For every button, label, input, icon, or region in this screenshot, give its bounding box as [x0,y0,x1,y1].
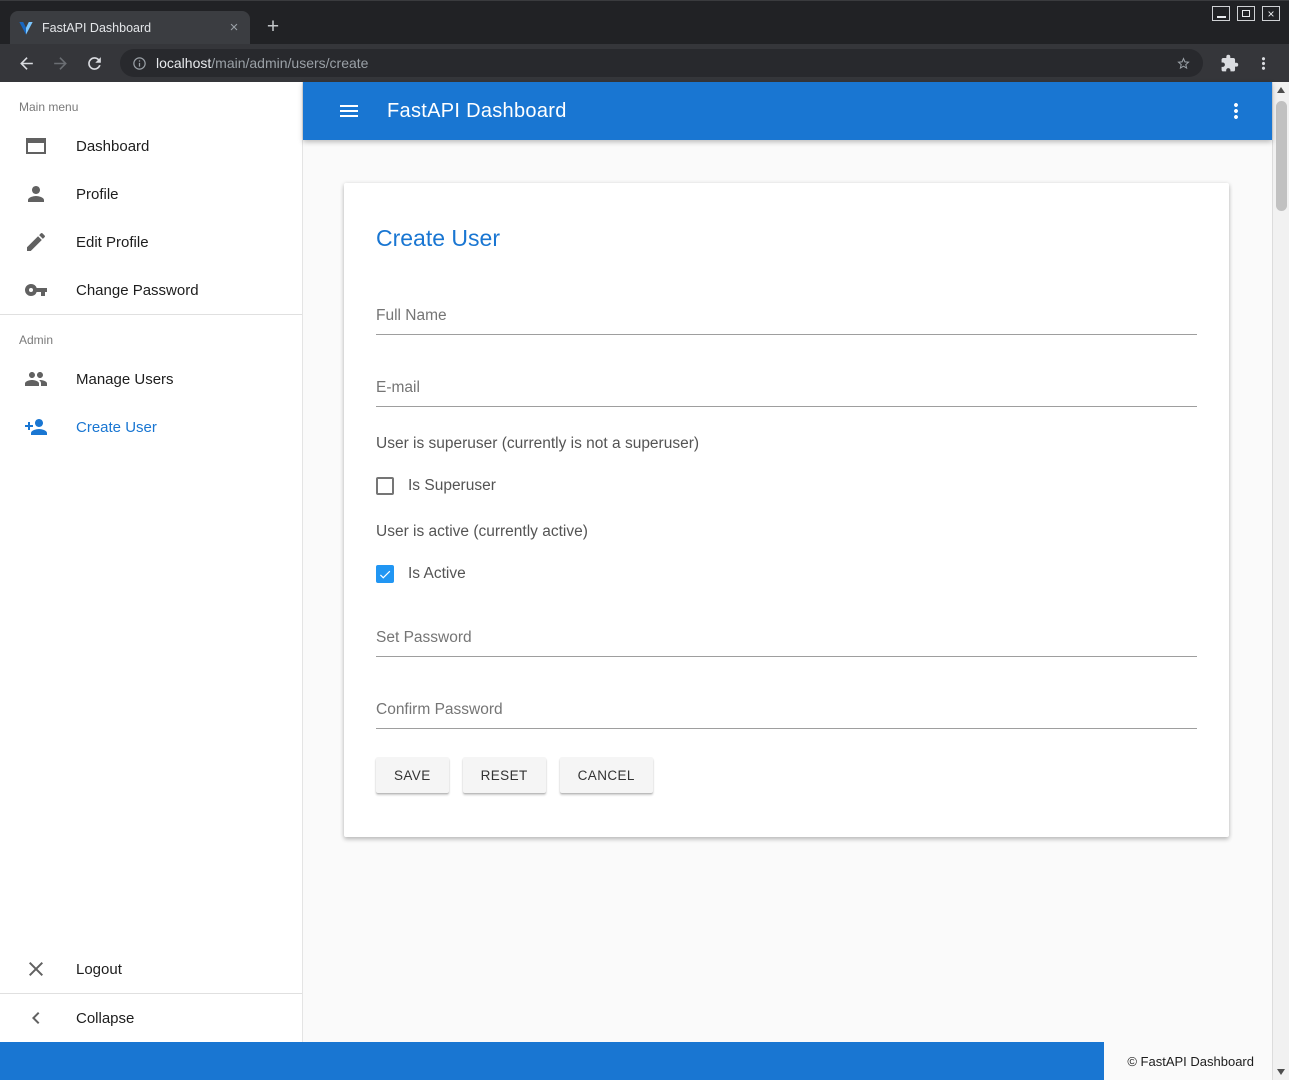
sidebar-spacer [0,451,302,945]
cancel-button[interactable]: CANCEL [560,757,653,793]
sidebar-item-dashboard[interactable]: Dashboard [0,122,302,170]
save-button[interactable]: SAVE [376,757,449,793]
tab-close-icon[interactable]: × [226,20,242,36]
content-area: Create User User is superuser (currently… [303,140,1272,1042]
reload-icon [85,54,104,73]
is-active-checkbox-row[interactable]: Is Active [376,565,1197,583]
page-title: Create User [376,223,1197,253]
back-button[interactable] [10,47,42,79]
footer-copyright: © FastAPI Dashboard [1104,1042,1272,1080]
bookmark-star-icon[interactable] [1176,56,1191,71]
minimize-icon [1217,16,1226,18]
site-info-icon[interactable] [132,56,147,71]
arrow-down-icon [1277,1069,1285,1075]
person-add-icon [24,415,48,439]
main-column: FastAPI Dashboard Create User User is su… [303,82,1272,1042]
forward-button[interactable] [44,47,76,79]
window-minimize-button[interactable] [1212,6,1230,21]
hamburger-icon [337,99,361,123]
footer-bar [0,1042,1104,1080]
vuetify-logo-icon [18,20,34,36]
url-text: localhost/main/admin/users/create [156,55,1167,71]
close-icon [24,957,48,981]
confirm-password-input[interactable] [376,695,1197,729]
is-active-checkbox[interactable] [376,565,394,583]
checkmark-icon [378,567,392,582]
sidebar-item-change-password[interactable]: Change Password [0,266,302,314]
email-input[interactable] [376,373,1197,407]
browser-window: FastAPI Dashboard × + × localhost/main/a… [0,0,1289,1080]
browser-titlebar: FastAPI Dashboard × + × [0,0,1289,44]
sidebar-caption-main-menu: Main menu [0,82,302,122]
active-hint: User is active (currently active) [376,523,1197,541]
is-superuser-label: Is Superuser [408,477,496,495]
scrollbar-down-button[interactable] [1273,1064,1289,1080]
set-password-input[interactable] [376,623,1197,657]
superuser-hint: User is superuser (currently is not a su… [376,435,1197,453]
app-footer: © FastAPI Dashboard [0,1042,1272,1080]
kebab-menu-icon [1224,99,1248,123]
sidebar-item-edit-profile[interactable]: Edit Profile [0,218,302,266]
window-controls: × [1212,6,1280,21]
tab-title: FastAPI Dashboard [42,21,218,35]
extensions-button[interactable] [1213,47,1245,79]
hamburger-menu-button[interactable] [331,93,367,129]
kebab-menu-icon [1254,54,1273,73]
sidebar-caption-admin: Admin [0,315,302,355]
address-bar[interactable]: localhost/main/admin/users/create [120,49,1203,77]
scrollbar-thumb[interactable] [1276,101,1287,211]
sidebar-item-logout[interactable]: Logout [0,945,302,993]
browser-menu-button[interactable] [1247,47,1279,79]
forward-icon [51,54,70,73]
full-name-input[interactable] [376,301,1197,335]
is-superuser-checkbox[interactable] [376,477,394,495]
person-icon [24,182,48,206]
url-host: localhost [156,55,211,71]
back-icon [17,54,36,73]
scrollbar-up-button[interactable] [1273,82,1289,98]
sidebar-item-profile[interactable]: Profile [0,170,302,218]
appbar-title: FastAPI Dashboard [387,100,1198,123]
url-path: /main/admin/users/create [211,55,368,71]
extension-icon [1220,54,1239,73]
browser-tab[interactable]: FastAPI Dashboard × [10,11,250,44]
is-active-label: Is Active [408,565,466,583]
maximize-icon [1242,10,1250,17]
sidebar-item-collapse[interactable]: Collapse [0,994,302,1042]
new-tab-button[interactable]: + [258,12,288,42]
sidebar-item-create-user[interactable]: Create User [0,403,302,451]
sidebar-item-manage-users[interactable]: Manage Users [0,355,302,403]
people-icon [24,367,48,391]
form-actions: SAVE RESET CANCEL [376,757,1197,793]
vertical-scrollbar[interactable] [1272,82,1289,1080]
page: Main menu Dashboard Profile [0,82,1289,1080]
arrow-up-icon [1277,87,1285,93]
reload-button[interactable] [78,47,110,79]
appbar-overflow-menu-button[interactable] [1218,93,1254,129]
chevron-left-icon [24,1006,48,1030]
dashboard-icon [24,134,48,158]
pencil-icon [24,230,48,254]
window-maximize-button[interactable] [1237,6,1255,21]
sidebar: Main menu Dashboard Profile [0,82,303,1042]
create-user-card: Create User User is superuser (currently… [344,183,1229,837]
reset-button[interactable]: RESET [463,757,546,793]
key-icon [24,278,48,302]
app-bar: FastAPI Dashboard [303,82,1272,140]
is-superuser-checkbox-row[interactable]: Is Superuser [376,477,1197,495]
window-close-button[interactable]: × [1262,6,1280,21]
browser-toolbar: localhost/main/admin/users/create [0,44,1289,82]
